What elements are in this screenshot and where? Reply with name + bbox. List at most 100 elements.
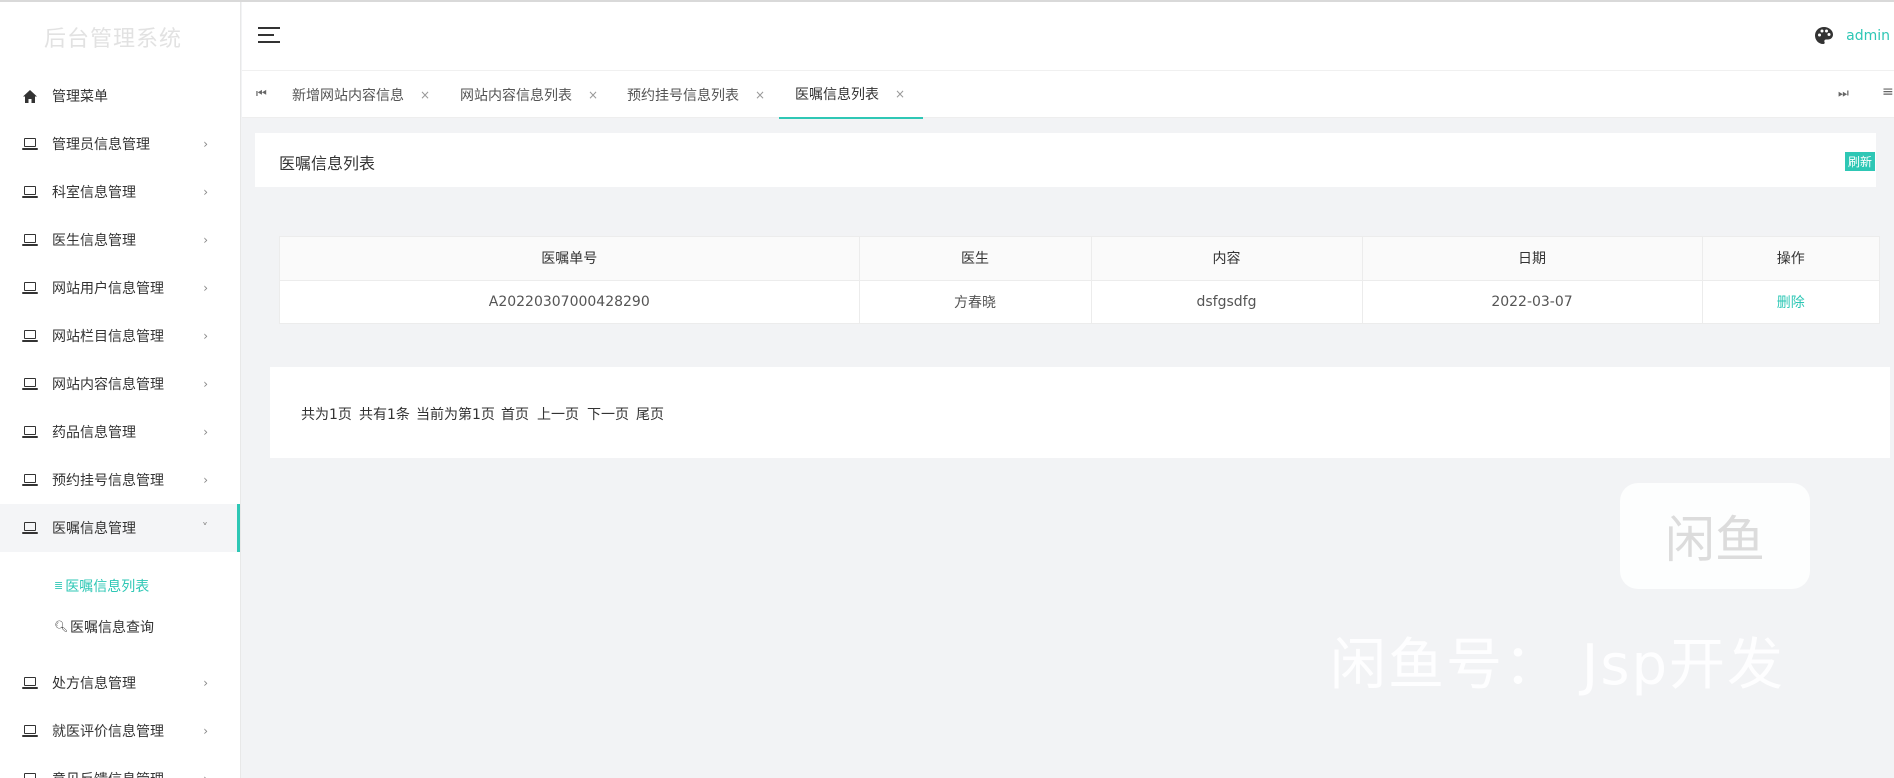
pagination-current: 当前为第1页	[416, 407, 495, 423]
tab-label: 新增网站内容信息	[292, 88, 404, 104]
search-icon: 🔍︎	[54, 620, 68, 633]
chevron-right-icon: ›	[203, 281, 208, 295]
sidebar-item-medicine[interactable]: 药品信息管理 ›	[0, 408, 240, 456]
delete-link[interactable]: 删除	[1777, 295, 1805, 311]
laptop-icon	[22, 184, 38, 200]
laptop-icon	[22, 376, 38, 392]
sidebar-item-evaluation[interactable]: 就医评价信息管理 ›	[0, 707, 240, 755]
chevron-right-icon: ›	[203, 329, 208, 343]
tab-site-content-list[interactable]: 网站内容信息列表 ×	[460, 71, 598, 119]
sidebar-item-label: 网站用户信息管理	[52, 281, 164, 297]
laptop-icon	[22, 723, 38, 739]
sidebar-item-label: 预约挂号信息管理	[52, 473, 164, 489]
pagination-total-pages: 共为1页	[301, 407, 352, 423]
sidebar-item-label: 医生信息管理	[52, 233, 136, 249]
chevron-right-icon: ›	[203, 772, 208, 778]
watermark-logo: 闲鱼	[1620, 483, 1810, 589]
sidebar-item-label: 药品信息管理	[52, 425, 136, 441]
sidebar-item-appointment[interactable]: 预约挂号信息管理 ›	[0, 456, 240, 504]
sidebar-item-label: 管理员信息管理	[52, 137, 150, 153]
tab-label: 医嘱信息列表	[795, 87, 879, 103]
table-header-row: 医嘱单号 医生 内容 日期 操作	[280, 237, 1879, 281]
column-header: 内容	[1091, 237, 1363, 281]
chevron-right-icon: ›	[203, 185, 208, 199]
laptop-icon	[22, 771, 38, 778]
sidebar-item-label: 意见反馈信息管理	[52, 769, 164, 778]
sidebar-item-prescription[interactable]: 处方信息管理 ›	[0, 659, 240, 707]
laptop-icon	[22, 472, 38, 488]
table-row: A20220307000428290 方春晓 dsfgsdfg 2022-03-…	[280, 280, 1879, 323]
watermark-text: 闲鱼号： Jsp开发	[1330, 633, 1786, 698]
close-icon[interactable]: ×	[420, 88, 430, 102]
tab-prev-icon[interactable]: ⏮	[256, 86, 267, 101]
laptop-icon	[22, 328, 38, 344]
column-header: 医嘱单号	[280, 237, 860, 281]
menu-toggle-icon[interactable]	[258, 27, 280, 43]
sidebar-item-site-user[interactable]: 网站用户信息管理 ›	[0, 264, 240, 312]
sidebar-item-label: 管理菜单	[52, 89, 108, 105]
sidebar-item-medical-order[interactable]: 医嘱信息管理 ˅	[0, 504, 240, 552]
page-title-card: 医嘱信息列表 刷新	[255, 133, 1876, 187]
submenu-spacer	[0, 647, 240, 659]
list-icon: ≣	[54, 579, 64, 592]
top-header: admin	[242, 2, 1894, 70]
sidebar-subitem-label: 医嘱信息查询	[69, 619, 154, 636]
sidebar: 后台管理系统 管理菜单 管理员信息管理 › 科室信息管理 › 医生信息管理 › …	[0, 2, 241, 778]
tab-add-site-content[interactable]: 新增网站内容信息 ×	[292, 71, 430, 119]
sidebar-item-site-content[interactable]: 网站内容信息管理 ›	[0, 360, 240, 408]
column-header: 日期	[1362, 237, 1703, 281]
data-table: 医嘱单号 医生 内容 日期 操作 A20220307000428290 方春晓 …	[279, 236, 1880, 324]
laptop-icon	[22, 675, 38, 691]
refresh-button[interactable]: 刷新	[1844, 152, 1875, 171]
chevron-right-icon: ›	[203, 724, 208, 738]
close-icon[interactable]: ×	[895, 87, 905, 101]
sidebar-item-label: 处方信息管理	[52, 676, 136, 692]
tab-medical-order-list[interactable]: 医嘱信息列表 ×	[779, 71, 924, 119]
tab-more-icon[interactable]: ≡	[1882, 84, 1894, 100]
tab-label: 网站内容信息列表	[460, 88, 572, 104]
cell-action: 删除	[1702, 280, 1879, 323]
submenu-spacer	[0, 552, 240, 565]
sidebar-item-admin[interactable]: 管理员信息管理 ›	[0, 120, 240, 168]
sidebar-item-label: 网站栏目信息管理	[52, 329, 164, 345]
chevron-right-icon: ›	[203, 377, 208, 391]
sidebar-item-department[interactable]: 科室信息管理 ›	[0, 168, 240, 216]
app-title: 后台管理系统	[43, 27, 182, 52]
laptop-icon	[22, 520, 38, 536]
close-icon[interactable]: ×	[755, 88, 765, 102]
sidebar-subitem-order-search[interactable]: 🔍︎ 医嘱信息查询	[0, 606, 240, 647]
tab-appointment-list[interactable]: 预约挂号信息列表 ×	[627, 71, 765, 119]
pagination-last[interactable]: 尾页	[636, 404, 664, 424]
sidebar-item-menu[interactable]: 管理菜单	[0, 72, 240, 120]
laptop-icon	[22, 232, 38, 248]
tab-bar: ⏮ 新增网站内容信息 × 网站内容信息列表 × 预约挂号信息列表 × 医嘱信息列…	[242, 70, 1894, 119]
sidebar-item-label: 科室信息管理	[52, 185, 136, 201]
chevron-right-icon: ›	[203, 137, 208, 151]
sidebar-item-label: 就医评价信息管理	[52, 724, 164, 740]
chevron-down-icon: ˅	[202, 521, 208, 535]
chevron-right-icon: ›	[203, 473, 208, 487]
pagination: 共为1页 共有1条 当前为第1页 首页 上一页 下一页 尾页	[270, 367, 1890, 458]
pagination-prev[interactable]: 上一页	[537, 404, 579, 424]
user-name[interactable]: admin	[1846, 28, 1890, 44]
tab-next-icon[interactable]: ⏭	[1838, 86, 1849, 101]
pagination-next[interactable]: 下一页	[587, 404, 629, 424]
cell-doctor: 方春晓	[859, 280, 1092, 323]
column-header: 操作	[1702, 237, 1879, 281]
sidebar-item-site-column[interactable]: 网站栏目信息管理 ›	[0, 312, 240, 360]
chevron-right-icon: ›	[203, 425, 208, 439]
tab-label: 预约挂号信息列表	[627, 88, 739, 104]
chevron-right-icon: ›	[203, 676, 208, 690]
cell-content: dsfgsdfg	[1091, 280, 1363, 323]
page-title: 医嘱信息列表	[279, 154, 376, 173]
sidebar-subitem-label: 医嘱信息列表	[65, 578, 150, 595]
sidebar-item-doctor[interactable]: 医生信息管理 ›	[0, 216, 240, 264]
column-header: 医生	[859, 237, 1092, 281]
sidebar-item-feedback[interactable]: 意见反馈信息管理 ›	[0, 755, 240, 778]
pagination-first[interactable]: 首页	[501, 404, 529, 424]
home-icon	[22, 88, 38, 104]
close-icon[interactable]: ×	[588, 88, 598, 102]
cell-order-no: A20220307000428290	[280, 280, 860, 323]
palette-icon[interactable]	[1814, 26, 1834, 46]
sidebar-subitem-order-list[interactable]: ≣ 医嘱信息列表	[0, 565, 240, 606]
